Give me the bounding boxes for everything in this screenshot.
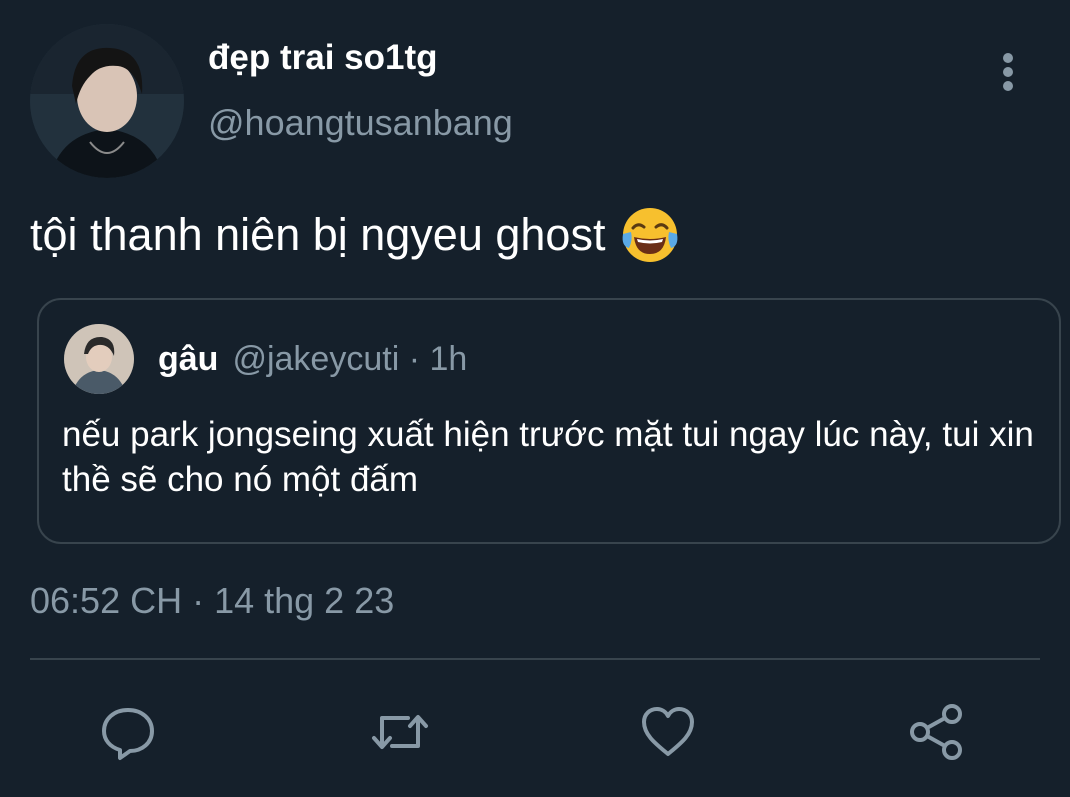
tweet-timestamp[interactable]: 06:52 CH · 14 thg 2 23: [30, 580, 394, 622]
face-with-tears-of-joy-icon: [619, 204, 681, 266]
author-avatar[interactable]: [30, 24, 184, 178]
more-options-button[interactable]: [994, 48, 1022, 98]
quoted-header: gâu @jakeycuti · 1h: [158, 340, 467, 379]
reply-icon: [102, 708, 154, 760]
like-button[interactable]: [636, 700, 700, 764]
tweet-text: tội thanh niên bị ngyeu ghost: [30, 209, 606, 260]
author-handle[interactable]: @hoangtusanbang: [208, 102, 513, 144]
author-display-name[interactable]: đẹp trai so1tg: [208, 38, 437, 78]
quoted-handle-time: @jakeycuti · 1h: [232, 340, 468, 378]
tweet-body: tội thanh niên bị ngyeu ghost: [30, 204, 681, 266]
quoted-tweet-text: nếu park jongseing xuất hiện trước mặt t…: [62, 415, 1034, 499]
like-icon: [642, 707, 694, 756]
quoted-display-name: gâu: [158, 340, 219, 378]
reply-button[interactable]: [96, 700, 160, 764]
avatar-photo: [30, 24, 184, 178]
avatar-photo: [64, 324, 134, 394]
share-button[interactable]: [904, 700, 968, 764]
vertical-ellipsis-icon: [1003, 53, 1013, 91]
quoted-author-avatar: [64, 324, 134, 394]
retweet-button[interactable]: [368, 700, 432, 764]
retweet-icon: [372, 715, 428, 749]
divider: [30, 658, 1040, 660]
share-icon: [910, 704, 962, 760]
